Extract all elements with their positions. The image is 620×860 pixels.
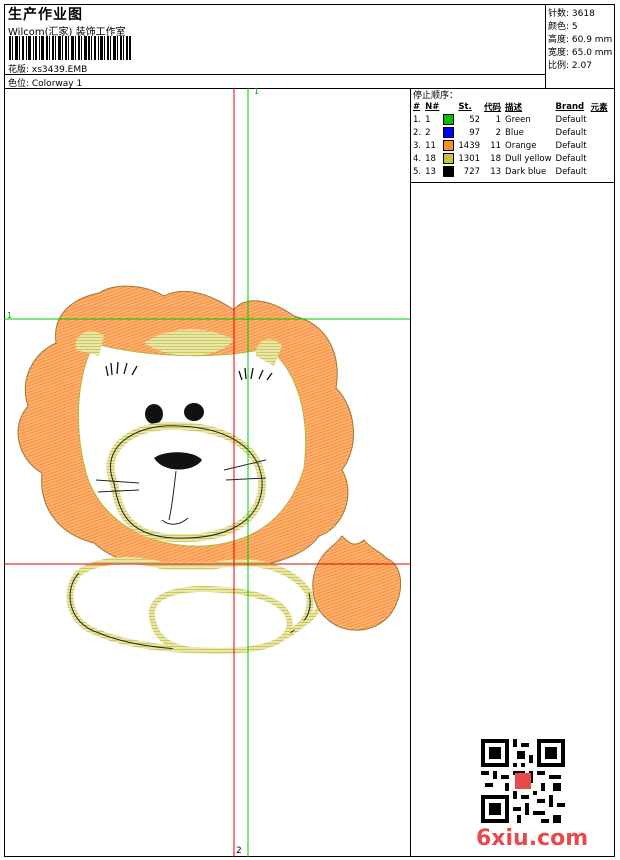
row-element <box>589 126 610 139</box>
row-index: 2. <box>413 127 422 138</box>
header-divider <box>545 4 546 88</box>
row-brand: Default <box>555 153 587 164</box>
row-element <box>589 152 610 165</box>
design-canvas <box>4 88 410 857</box>
col-needle: N# <box>425 101 440 112</box>
guide-label-left: 1 <box>7 311 13 320</box>
row-description: Dull yellow <box>505 153 552 164</box>
lion-tail-tuft <box>312 535 402 631</box>
row-needle: 2 <box>425 127 431 138</box>
design-height: 高度: 60.9 mm <box>548 35 613 45</box>
col-stitches: St. <box>458 101 472 112</box>
color-swatch <box>441 113 456 126</box>
swatch-dark-blue <box>443 166 455 177</box>
design-width: 宽度: 65.0 mm <box>548 48 613 58</box>
row-code: 2 <box>495 127 502 138</box>
col-index: # <box>413 101 421 112</box>
row-code: 11 <box>490 140 502 151</box>
lion-embroidery <box>17 285 402 654</box>
row-element <box>589 113 610 126</box>
col-code: 代码 <box>484 102 502 113</box>
color-swatch <box>441 165 456 178</box>
row-brand: Default <box>555 114 587 125</box>
row-stitches: 727 <box>463 166 481 177</box>
stop-table-header: # N# St. 代码 描述 Brand 元素 <box>411 100 610 113</box>
row-stitches: 97 <box>469 127 481 138</box>
row-stitches: 1439 <box>458 140 481 151</box>
design-file-label: 花版: xs3439.EMB <box>8 65 88 75</box>
stop-sequence-table: # N# St. 代码 描述 Brand 元素 1. 1 52 1 Green … <box>411 100 610 178</box>
row-needle: 11 <box>425 140 436 151</box>
swatch-green <box>443 114 455 125</box>
stitch-count: 针数: 3618 <box>548 9 595 19</box>
row-needle: 13 <box>425 166 436 177</box>
row-index: 4. <box>413 153 422 164</box>
color-swatch <box>441 139 456 152</box>
row-description: Blue <box>505 127 524 138</box>
col-swatch <box>441 100 456 113</box>
table-row: 3. 11 1439 11 Orange Default <box>411 139 610 152</box>
row-description: Dark blue <box>505 166 547 177</box>
sidebar-divider <box>410 88 411 857</box>
lion-right-eye <box>184 403 204 421</box>
row-brand: Default <box>555 140 587 151</box>
row-description: Orange <box>505 140 537 151</box>
row-index: 1. <box>413 114 422 125</box>
swatch-blue <box>443 127 455 138</box>
row-brand: Default <box>555 166 587 177</box>
design-scale: 比例: 2.07 <box>548 61 592 71</box>
row-description: Green <box>505 114 531 125</box>
swatch-dull-yellow <box>443 153 455 164</box>
row-index: 5. <box>413 166 422 177</box>
row-brand: Default <box>555 127 587 138</box>
row-stitches: 1301 <box>458 153 481 164</box>
row-needle: 18 <box>425 153 436 164</box>
lion-left-eye <box>145 404 163 424</box>
color-count: 颜色: 5 <box>548 22 578 32</box>
barcode-icon <box>9 36 131 60</box>
row-needle: 1 <box>425 114 431 125</box>
row-code: 18 <box>490 153 502 164</box>
row-code: 1 <box>495 114 502 125</box>
guide-label-top: 1 <box>254 87 260 96</box>
sidebar-rule <box>410 182 615 183</box>
row-code: 13 <box>490 166 502 177</box>
table-row: 2. 2 97 2 Blue Default <box>411 126 610 139</box>
swatch-orange <box>443 140 455 151</box>
col-element: 元素 <box>590 102 608 113</box>
row-stitches: 52 <box>469 114 481 125</box>
color-swatch <box>441 126 456 139</box>
row-element <box>589 139 610 152</box>
color-swatch <box>441 152 456 165</box>
row-index: 3. <box>413 140 422 151</box>
table-row: 4. 18 1301 18 Dull yellow Default <box>411 152 610 165</box>
col-description: 描述 <box>505 102 523 113</box>
row-element <box>589 165 610 178</box>
qr-code-icon <box>481 739 565 823</box>
lion-paw <box>148 585 293 654</box>
guide-label-bottom: 2 <box>236 846 242 856</box>
page-title: 生产作业图 <box>8 7 83 23</box>
table-row: 5. 13 727 13 Dark blue Default <box>411 165 610 178</box>
watermark-logo: 6xiu.com <box>476 826 589 851</box>
col-brand: Brand <box>555 101 585 112</box>
table-row: 1. 1 52 1 Green Default <box>411 113 610 126</box>
